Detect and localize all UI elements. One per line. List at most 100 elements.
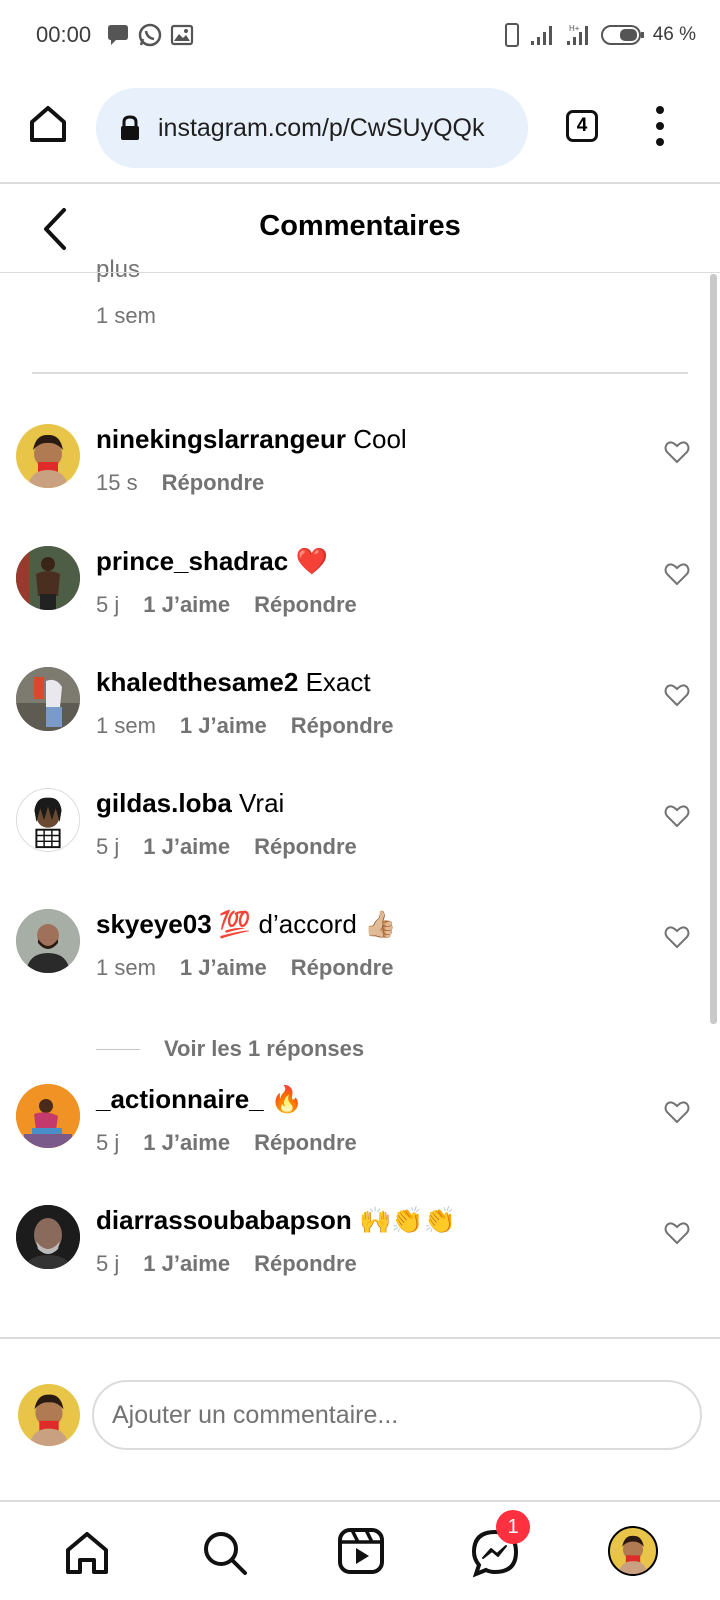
comment-username[interactable]: diarrassoubabapson xyxy=(96,1205,352,1235)
lock-icon xyxy=(121,115,139,140)
view-replies-label: Voir les 1 réponses xyxy=(164,1036,365,1061)
comment-item: gildas.loba Vrai 5 j 1 J’aime Répondre xyxy=(0,788,700,888)
comment-meta: 5 j 1 J’aime Répondre xyxy=(96,834,357,860)
comment-text: Exact xyxy=(305,667,371,697)
reply-button[interactable]: Répondre xyxy=(291,713,394,739)
battery-text: 46 % xyxy=(652,24,696,45)
likes-count[interactable]: 1 J’aime xyxy=(143,1251,230,1277)
comment-meta: 5 j 1 J’aime Répondre xyxy=(96,1130,357,1156)
comment-time: 1 sem xyxy=(96,713,156,738)
comment-username[interactable]: khaledthesame2 xyxy=(96,667,298,697)
browser-toolbar: instagram.com/p/CwSUyQQk 4 xyxy=(0,72,720,182)
comment-text: Vrai xyxy=(239,788,285,818)
comment-username[interactable]: _actionnaire_ xyxy=(96,1084,264,1114)
url-bar[interactable]: instagram.com/p/CwSUyQQk xyxy=(96,88,528,168)
like-heart-icon[interactable] xyxy=(664,925,690,949)
reply-button[interactable]: Répondre xyxy=(254,592,357,618)
reply-button[interactable]: Répondre xyxy=(254,1130,357,1156)
reply-button[interactable]: Répondre xyxy=(162,470,265,496)
comment-meta: 5 j 1 J’aime Répondre xyxy=(96,1251,357,1277)
comment-text-line: diarrassoubabapson 🙌👏👏 xyxy=(96,1205,456,1236)
comment-time: 5 j xyxy=(96,1130,120,1155)
reply-button[interactable]: Répondre xyxy=(291,955,394,981)
like-heart-icon[interactable] xyxy=(664,440,690,464)
status-time: 00:00 xyxy=(36,22,92,47)
whatsapp-icon xyxy=(138,23,162,47)
likes-count[interactable]: 1 J’aime xyxy=(180,713,267,739)
comment-item: ninekingslarrangeur Cool 15 s Répondre xyxy=(0,424,700,524)
my-avatar xyxy=(18,1384,80,1446)
comment-item: khaledthesame2 Exact 1 sem 1 J’aime Répo… xyxy=(0,667,700,767)
comment-time: 5 j xyxy=(96,834,120,859)
comment-item: _actionnaire_ 🔥 5 j 1 J’aime Répondre xyxy=(0,1084,700,1184)
status-right: H+ 46 % xyxy=(503,22,696,48)
phone-icon xyxy=(504,23,519,47)
url-text: instagram.com/p/CwSUyQQk xyxy=(158,113,485,142)
comment-meta: 5 j 1 J’aime Répondre xyxy=(96,592,357,618)
avatar[interactable] xyxy=(16,424,80,488)
avatar[interactable] xyxy=(16,909,80,973)
comment-item: skyeye03 💯 d’accord 👍🏼 1 sem 1 J’aime Ré… xyxy=(0,909,700,1009)
comment-input[interactable]: Ajouter un commentaire... xyxy=(92,1380,702,1450)
like-heart-icon[interactable] xyxy=(664,562,690,586)
likes-count[interactable]: 1 J’aime xyxy=(143,834,230,860)
avatar[interactable] xyxy=(16,1084,80,1148)
avatar[interactable] xyxy=(16,546,80,610)
divider xyxy=(0,1500,720,1502)
like-heart-icon[interactable] xyxy=(664,1100,690,1124)
comment-username[interactable]: prince_shadrac xyxy=(96,546,288,576)
reply-button[interactable]: Répondre xyxy=(254,1251,357,1277)
profile-tab-avatar[interactable] xyxy=(608,1526,658,1576)
signal-h-icon: H+ xyxy=(566,24,588,45)
status-bar: 00:00 H+ 46 % xyxy=(0,0,720,72)
like-heart-icon[interactable] xyxy=(664,1221,690,1245)
like-heart-icon[interactable] xyxy=(664,804,690,828)
comment-text: 🙌👏👏 xyxy=(358,1205,457,1235)
comment-time: 1 sem xyxy=(96,303,156,328)
comment-item: prince_shadrac ❤️ 5 j 1 J’aime Répondre xyxy=(0,546,700,646)
reply-button[interactable]: Répondre xyxy=(254,834,357,860)
search-icon[interactable] xyxy=(200,1528,250,1578)
comment-meta: 15 s Répondre xyxy=(96,470,264,496)
avatar[interactable] xyxy=(16,788,80,852)
tab-switcher-button[interactable]: 4 xyxy=(566,110,598,142)
header-divider xyxy=(0,272,720,273)
divider xyxy=(0,1337,720,1339)
comment-text-line: khaledthesame2 Exact xyxy=(96,667,371,698)
likes-count[interactable]: 1 J’aime xyxy=(143,592,230,618)
divider xyxy=(32,372,688,374)
svg-text:H+: H+ xyxy=(569,24,580,33)
browser-menu-icon[interactable] xyxy=(655,106,665,146)
comment-text: 💯 d’accord 👍🏼 xyxy=(218,909,397,939)
comment-text-line: prince_shadrac ❤️ xyxy=(96,546,328,577)
battery-icon xyxy=(600,25,644,45)
comment-time: 15 s xyxy=(96,470,138,495)
view-replies[interactable]: Voir les 1 réponses xyxy=(96,1036,364,1062)
comment-username[interactable]: skyeye03 xyxy=(96,909,212,939)
likes-count[interactable]: 1 J’aime xyxy=(143,1130,230,1156)
replies-line xyxy=(96,1048,140,1050)
notification-badge: 1 xyxy=(496,1510,530,1544)
comment-text: Cool xyxy=(353,424,407,454)
comment-username[interactable]: gildas.loba xyxy=(96,788,232,818)
avatar[interactable] xyxy=(16,1205,80,1269)
home-icon[interactable] xyxy=(62,1528,112,1578)
comment-meta: 1 sem 1 J’aime Répondre xyxy=(96,955,393,981)
more-text[interactable]: plus xyxy=(96,256,140,284)
likes-count[interactable]: 1 J’aime xyxy=(180,955,267,981)
comment-username[interactable]: ninekingslarrangeur xyxy=(96,424,346,454)
like-heart-icon[interactable] xyxy=(664,683,690,707)
comment-text-line: gildas.loba Vrai xyxy=(96,788,284,819)
comment-item: diarrassoubabapson 🙌👏👏 5 j 1 J’aime Répo… xyxy=(0,1205,700,1305)
browser-home-icon[interactable] xyxy=(26,102,70,146)
comment-text-line: ninekingslarrangeur Cool xyxy=(96,424,407,455)
scrollbar[interactable] xyxy=(710,274,717,1024)
signal-icon xyxy=(530,26,552,45)
comment-text-line: skyeye03 💯 d’accord 👍🏼 xyxy=(96,909,396,940)
comment-time: 1 sem xyxy=(96,955,156,980)
comment-time: 5 j xyxy=(96,592,120,617)
reels-icon[interactable] xyxy=(336,1526,386,1576)
avatar[interactable] xyxy=(16,667,80,731)
message-notification-icon xyxy=(108,25,128,45)
comment-text: ❤️ xyxy=(295,546,328,576)
